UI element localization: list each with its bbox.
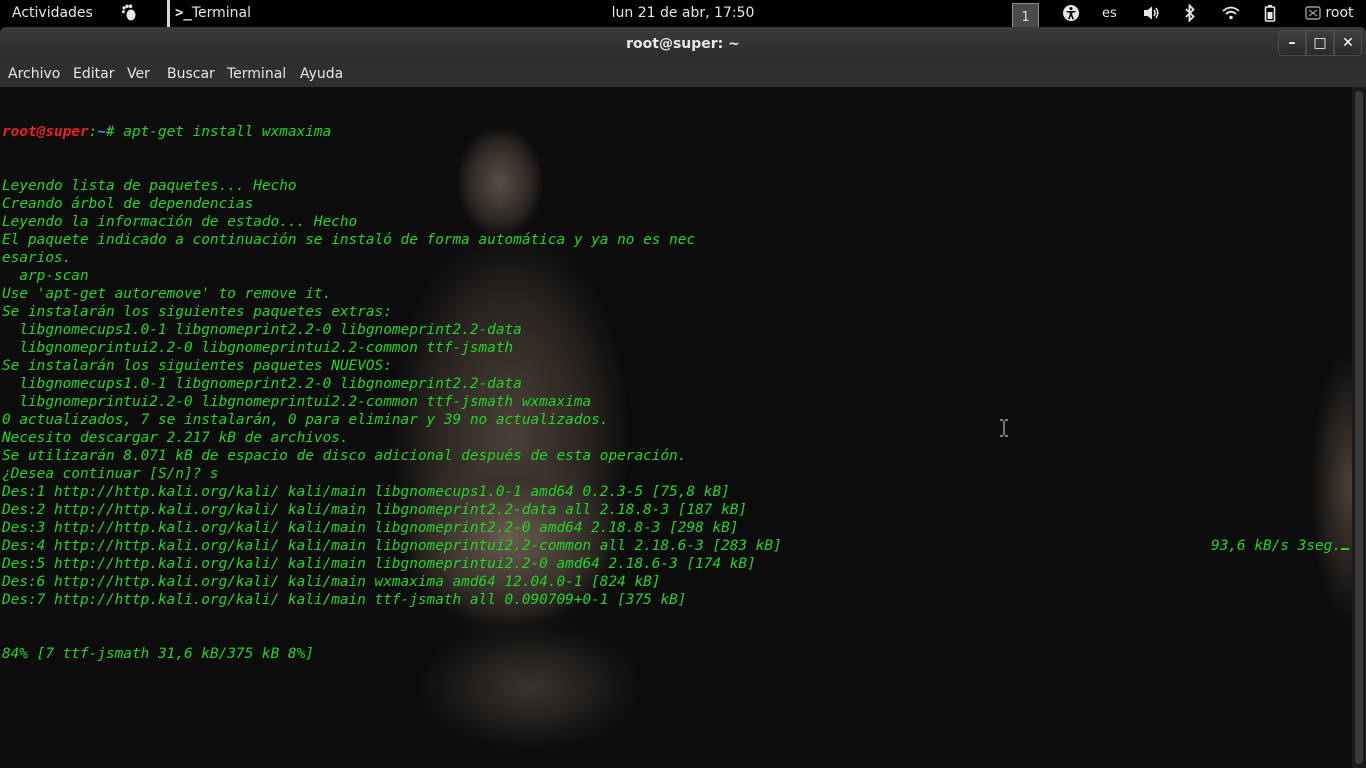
prompt-user: root@super (2, 124, 89, 140)
output-line: libgnomecups1.0-1 libgnomeprint2.2-0 lib… (2, 322, 522, 338)
ibeam-cursor-icon (1000, 419, 1008, 437)
prompt-command: # apt-get install wxmaxima (105, 124, 332, 140)
clock-label[interactable]: lun 21 de abr, 17:50 (612, 5, 755, 21)
window-titlebar[interactable]: root@super: ~ – □ ✕ (0, 27, 1366, 61)
user-name: root (1325, 5, 1354, 21)
output-line: Des:2 http://http.kali.org/kali/ kali/ma… (2, 502, 748, 518)
output-line: Des:5 http://http.kali.org/kali/ kali/ma… (2, 556, 756, 572)
menu-archivo[interactable]: Archivo (8, 61, 60, 87)
output-line: libgnomecups1.0-1 libgnomeprint2.2-0 lib… (2, 376, 522, 392)
accessibility-icon[interactable] (1062, 0, 1080, 27)
output-line: arp-scan (2, 268, 89, 284)
output-line: ¿Desea continuar [S/n]? s (2, 466, 219, 482)
output-line: El paquete indicado a continuación se in… (2, 232, 696, 248)
prompt-path: ~ (97, 124, 106, 140)
menu-editar[interactable]: Editar (73, 61, 114, 87)
terminal-output[interactable]: root@super:~# apt-get install wxmaxima L… (0, 87, 1352, 768)
menu-terminal[interactable]: Terminal (227, 61, 286, 87)
terminal-window: root@super: ~ – □ ✕ Archivo Editar Ver B… (0, 27, 1366, 768)
output-line: Se instalarán los siguientes paquetes ex… (2, 304, 392, 320)
workspace-indicator[interactable]: 1 (1012, 3, 1039, 30)
output-lines: Leyendo lista de paquetes... Hecho Creand… (2, 177, 782, 609)
prompt-line: root@super:~# apt-get install wxmaxima (2, 123, 782, 141)
activities-button[interactable]: Actividades (12, 0, 93, 27)
volume-icon[interactable] (1143, 0, 1161, 27)
output-line: Creando árbol de dependencias (2, 196, 254, 212)
output-line: Necesito descargar 2.217 kB de archivos. (2, 430, 349, 446)
background-wallpaper-edge (1250, 287, 1352, 687)
app-menu-terminal[interactable]: >_Terminal (175, 0, 251, 27)
gnome-foot-icon (121, 0, 139, 27)
output-line: Des:4 http://http.kali.org/kali/ kali/ma… (2, 538, 782, 554)
app-menu-indicator (167, 0, 170, 27)
output-line: Leyendo la información de estado... Hech… (2, 214, 358, 230)
terminal-scrollbar[interactable] (1352, 87, 1366, 768)
menu-bar: Archivo Editar Ver Buscar Terminal Ayuda (0, 61, 1366, 87)
user-icon (1305, 6, 1321, 20)
language-indicator[interactable]: es (1102, 0, 1117, 27)
text-cursor (1341, 548, 1349, 550)
output-line: Se instalarán los siguientes paquetes NU… (2, 358, 392, 374)
window-title: root@super: ~ (626, 36, 740, 52)
menu-buscar[interactable]: Buscar (167, 61, 215, 87)
wifi-icon[interactable] (1222, 0, 1240, 27)
battery-icon[interactable] (1264, 0, 1276, 27)
app-menu-label: Terminal (191, 5, 252, 21)
bluetooth-icon[interactable] (1184, 0, 1196, 27)
minimize-button[interactable]: – (1278, 30, 1306, 56)
menu-ayuda[interactable]: Ayuda (300, 61, 343, 87)
close-button[interactable]: ✕ (1334, 30, 1362, 56)
output-line: libgnomeprintui2.2-0 libgnomeprintui2.2-… (2, 394, 592, 410)
user-menu[interactable]: root (1305, 0, 1354, 27)
output-line: libgnomeprintui2.2-0 libgnomeprintui2.2-… (2, 340, 514, 356)
prompt-colon: : (88, 124, 98, 140)
terminal-text: root@super:~# apt-get install wxmaxima L… (2, 87, 782, 699)
output-line: 0 actualizados, 7 se instalarán, 0 para … (2, 412, 609, 428)
output-line: Des:6 http://http.kali.org/kali/ kali/ma… (2, 574, 661, 590)
progress-rate: 93,6 kB/s 3seg. (1211, 537, 1349, 555)
output-line: Des:7 http://http.kali.org/kali/ kali/ma… (2, 592, 687, 608)
maximize-button[interactable]: □ (1306, 30, 1334, 56)
progress-line: 84% [7 ttf-jsmath 31,6 kB/375 kB 8%] (2, 646, 314, 662)
output-line: Des:1 http://http.kali.org/kali/ kali/ma… (2, 484, 730, 500)
output-line: Leyendo lista de paquetes... Hecho (2, 178, 297, 194)
output-line: Des:3 http://http.kali.org/kali/ kali/ma… (2, 520, 739, 536)
output-line: Use 'apt-get autoremove' to remove it. (2, 286, 332, 302)
terminal-app-icon: >_ (175, 5, 192, 21)
output-line: esarios. (2, 250, 72, 266)
menu-ver[interactable]: Ver (127, 61, 150, 87)
progress-rate-text: 93,6 kB/s 3seg. (1211, 538, 1341, 554)
scrollbar-thumb[interactable] (1355, 91, 1363, 764)
top-bar: Actividades >_Terminal lun 21 de abr, 17… (0, 0, 1366, 30)
output-line: Se utilizarán 8.071 kB de espacio de dis… (2, 448, 687, 464)
